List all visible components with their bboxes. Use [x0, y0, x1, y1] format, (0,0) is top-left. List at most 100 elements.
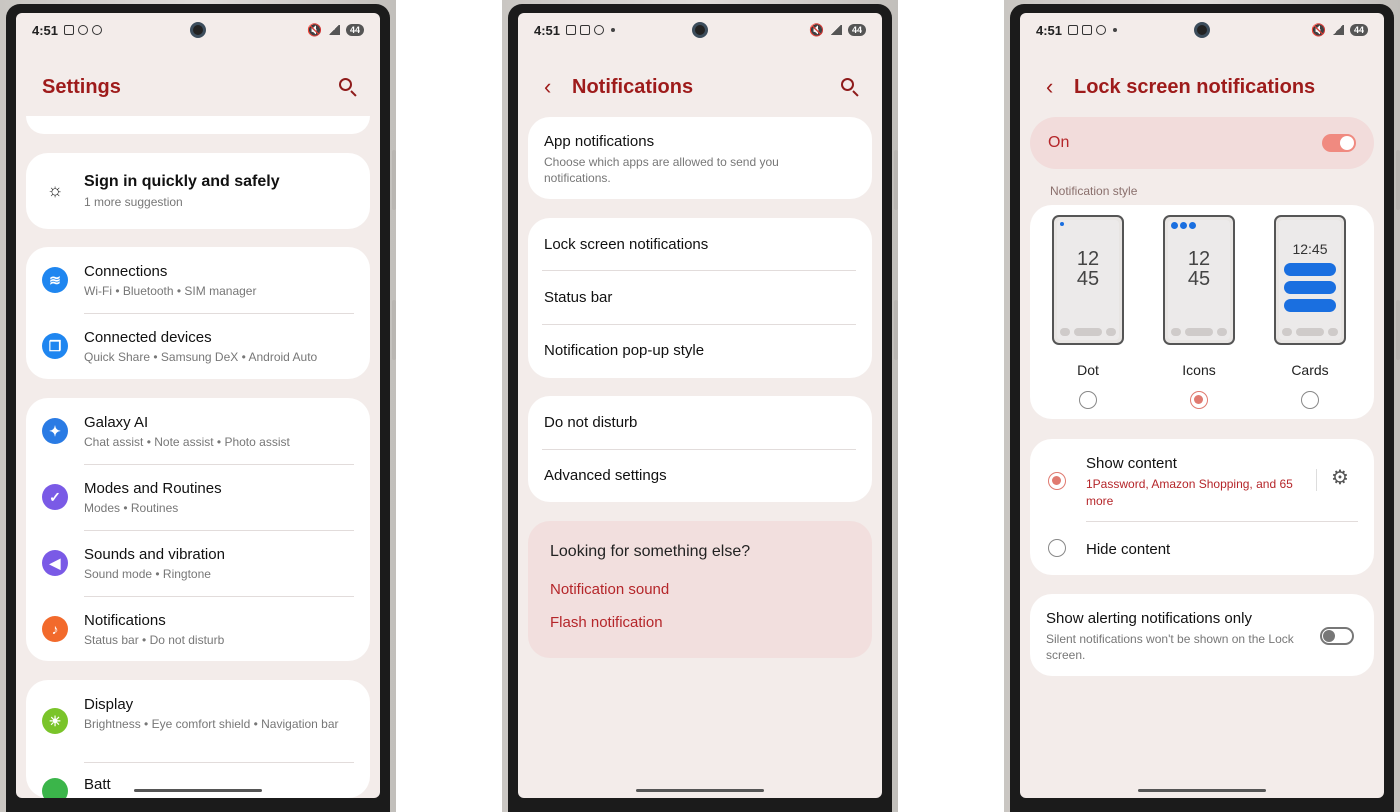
phone-settings: 4:51 🔇 44 Settings ☼ Sign in quickly and: [0, 0, 396, 812]
phone-notifications: 4:51 🔇 44 ‹ Notifications App notificati…: [502, 0, 898, 812]
battery-indicator: 44: [847, 24, 866, 36]
volume-button: [1396, 150, 1400, 210]
settings-item-modes-routines[interactable]: ✓ Modes and Routines Modes • Routines: [26, 480, 370, 516]
item-sub: Chat assist • Note assist • Photo assist: [84, 435, 290, 449]
bell-icon: ♪: [42, 616, 68, 642]
home-indicator[interactable]: [1138, 789, 1266, 792]
camera-icon: [190, 22, 206, 38]
divider: [84, 530, 354, 531]
master-toggle[interactable]: [1322, 134, 1356, 152]
settings-item-connections[interactable]: ≋ Connections Wi-Fi • Bluetooth • SIM ma…: [26, 263, 370, 299]
devices-icon: ❐: [42, 333, 68, 359]
style-preview-cards[interactable]: 12:45: [1274, 215, 1346, 345]
divider: [542, 324, 856, 325]
wifi-icon: ≋: [42, 267, 68, 293]
style-label-cards: Cards: [1291, 362, 1329, 378]
menu-popup-style[interactable]: Notification pop-up style: [544, 342, 704, 359]
style-preview-dot[interactable]: 12 45: [1052, 215, 1124, 345]
preview-clock: 12:45: [1292, 241, 1328, 257]
link-flash-notification[interactable]: Flash notification: [550, 614, 663, 631]
signal-icon: [327, 25, 340, 35]
settings-item-notifications[interactable]: ♪ Notifications Status bar • Do not dist…: [26, 612, 370, 648]
alerting-toggle[interactable]: [1320, 627, 1354, 645]
radio-dot[interactable]: [1079, 391, 1097, 409]
screen-lock-screen: 4:51 🔇 44 ‹ Lock screen notifications On…: [1020, 13, 1384, 798]
home-indicator[interactable]: [636, 789, 764, 792]
notification-icon: [580, 25, 591, 35]
sparkle-icon: ✦: [42, 418, 68, 444]
section-header: Notification style: [1050, 184, 1138, 198]
preview-clock: 12 45: [1187, 248, 1211, 290]
link-notification-sound[interactable]: Notification sound: [550, 581, 669, 598]
speaker-icon: ◀: [42, 550, 68, 576]
status-time: 4:51: [1036, 22, 1063, 38]
item-sub: Status bar • Do not disturb: [84, 633, 225, 647]
menu-lock-screen-notifications[interactable]: Lock screen notifications: [544, 236, 708, 253]
home-indicator[interactable]: [134, 789, 262, 792]
item-sub: Brightness • Eye comfort shield • Naviga…: [84, 717, 339, 731]
radio-hide-content[interactable]: [1048, 539, 1066, 557]
gallery-icon: [1068, 25, 1079, 35]
app-notifications-card[interactable]: App notifications Choose which apps are …: [528, 117, 872, 199]
suggestion-title: Sign in quickly and safely: [84, 173, 280, 190]
search-icon[interactable]: [338, 77, 358, 97]
help-panel: Looking for something else? Notification…: [528, 521, 872, 658]
settings-item-sounds[interactable]: ◀ Sounds and vibration Sound mode • Ring…: [26, 546, 370, 582]
camera-icon: [692, 22, 708, 38]
item-label: Modes and Routines: [84, 480, 222, 497]
hide-content-label[interactable]: Hide content: [1086, 541, 1170, 558]
menu-advanced-settings[interactable]: Advanced settings: [544, 467, 667, 484]
suggestion-card[interactable]: ☼ Sign in quickly and safely 1 more sugg…: [26, 153, 370, 229]
suggestion-sub: 1 more suggestion: [84, 195, 183, 209]
alerting-label: Show alerting notifications only: [1046, 610, 1252, 627]
item-sub: Quick Share • Samsung DeX • Android Auto: [84, 350, 318, 364]
divider: [84, 464, 354, 465]
item-label: Galaxy AI: [84, 414, 149, 431]
app-notifications-title: App notifications: [544, 133, 655, 150]
features-card: ✦ Galaxy AI Chat assist • Note assist • …: [26, 398, 370, 661]
master-switch-bar[interactable]: On: [1030, 117, 1374, 169]
gear-icon[interactable]: ⚙: [1331, 468, 1349, 488]
style-label-dot: Dot: [1077, 362, 1099, 378]
volume-button: [392, 150, 396, 210]
show-content-label[interactable]: Show content: [1086, 455, 1177, 472]
back-icon[interactable]: ‹: [1046, 74, 1060, 100]
style-preview-icons[interactable]: 12 45: [1163, 215, 1235, 345]
menu-status-bar[interactable]: Status bar: [544, 289, 612, 306]
settings-item-display[interactable]: ☀ Display Brightness • Eye comfort shiel…: [26, 696, 360, 734]
back-icon[interactable]: ‹: [544, 74, 558, 100]
signal-icon: [1331, 25, 1344, 35]
alerting-sub: Silent notifications won't be shown on t…: [1046, 632, 1294, 662]
display-card: ☀ Display Brightness • Eye comfort shiel…: [26, 680, 370, 798]
item-label: Connected devices: [84, 329, 212, 346]
mute-icon: 🔇: [1311, 23, 1326, 37]
settings-item-connected-devices[interactable]: ❐ Connected devices Quick Share • Samsun…: [26, 329, 370, 365]
alerting-card[interactable]: Show alerting notifications only Silent …: [1030, 594, 1374, 676]
app-bar: ‹ Notifications: [518, 69, 882, 105]
search-icon[interactable]: [840, 77, 860, 97]
power-button: [1396, 300, 1400, 360]
settings-item-galaxy-ai[interactable]: ✦ Galaxy AI Chat assist • Note assist • …: [26, 414, 370, 450]
radio-show-content[interactable]: [1048, 472, 1066, 490]
vertical-divider: [1316, 469, 1317, 491]
radio-cards[interactable]: [1301, 391, 1319, 409]
item-label: Display: [84, 696, 134, 713]
menu-do-not-disturb[interactable]: Do not disturb: [544, 414, 637, 431]
lightbulb-icon: ☼: [46, 179, 64, 200]
divider: [1086, 521, 1358, 522]
item-label: Sounds and vibration: [84, 546, 225, 563]
account-card-partial[interactable]: [26, 116, 370, 134]
content-card: Show content 1Password, Amazon Shopping,…: [1030, 439, 1374, 575]
check-circle-icon: ✓: [42, 484, 68, 510]
master-switch-label: On: [1048, 134, 1070, 151]
battery-icon: [42, 778, 68, 798]
item-sub: Modes • Routines: [84, 501, 179, 515]
divider: [542, 270, 856, 271]
check-icon: [1096, 25, 1107, 35]
radio-icons[interactable]: [1190, 391, 1208, 409]
check-icon: [594, 25, 605, 35]
help-question: Looking for something else?: [550, 543, 751, 560]
mute-icon: 🔇: [809, 23, 824, 37]
status-time: 4:51: [534, 22, 561, 38]
connections-card: ≋ Connections Wi-Fi • Bluetooth • SIM ma…: [26, 247, 370, 379]
